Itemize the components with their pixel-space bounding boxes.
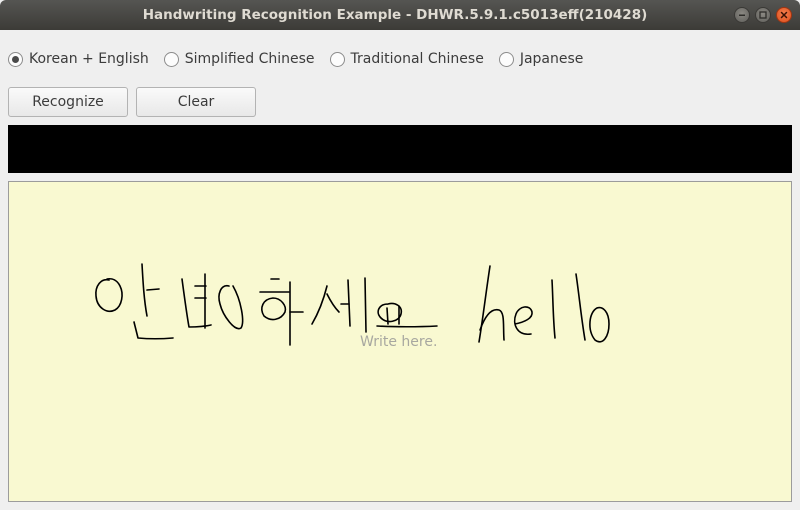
radio-button[interactable] [498, 51, 514, 67]
window-controls [734, 7, 792, 23]
recognition-result-display [8, 125, 792, 173]
minimize-icon [739, 14, 745, 16]
language-selector: Korean + English Simplified Chinese Trad… [8, 49, 583, 69]
clear-button[interactable]: Clear [136, 87, 256, 117]
radio-traditional-chinese[interactable]: Traditional Chinese [329, 51, 484, 67]
radio-label: Korean + English [29, 51, 149, 67]
app-window: Handwriting Recognition Example - DHWR.5… [0, 0, 800, 510]
radio-simplified-chinese[interactable]: Simplified Chinese [163, 51, 315, 67]
handwriting-canvas[interactable]: Write here. [8, 181, 792, 502]
close-button[interactable] [776, 7, 792, 23]
radio-label: Traditional Chinese [350, 51, 484, 67]
maximize-button[interactable] [755, 7, 771, 23]
radio-button-checked[interactable] [8, 51, 23, 67]
radio-japanese[interactable]: Japanese [498, 51, 584, 67]
radio-label: Japanese [519, 51, 584, 67]
radio-button[interactable] [163, 51, 179, 67]
minimize-button[interactable] [734, 7, 750, 23]
radio-korean-english[interactable]: Korean + English [8, 51, 149, 67]
maximize-icon [759, 11, 767, 19]
title-bar[interactable]: Handwriting Recognition Example - DHWR.5… [0, 0, 800, 30]
canvas-placeholder: Write here. [360, 334, 438, 350]
recognize-button[interactable]: Recognize [8, 87, 128, 117]
close-icon [780, 11, 788, 19]
radio-label: Simplified Chinese [184, 51, 315, 67]
window-title: Handwriting Recognition Example - DHWR.5… [142, 7, 648, 23]
radio-button[interactable] [329, 51, 345, 67]
